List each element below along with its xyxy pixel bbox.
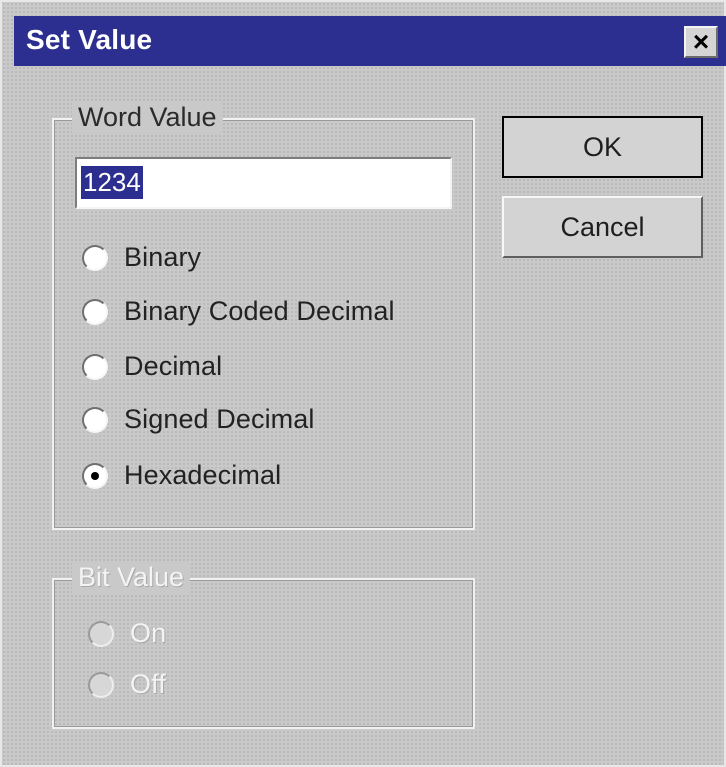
close-button[interactable]: ×: [684, 26, 718, 58]
radio-decimal-label: Decimal: [124, 351, 223, 381]
set-value-dialog: Set Value × Word Value 1234 Binary Binar…: [0, 0, 726, 767]
radio-binary-coded-decimal-indicator[interactable]: [82, 298, 108, 325]
radio-on: On: [88, 618, 166, 649]
word-value-input[interactable]: 1234: [75, 157, 452, 209]
radio-hexadecimal-indicator[interactable]: [82, 462, 108, 489]
radio-on-label: On: [130, 618, 167, 648]
cancel-button[interactable]: Cancel: [502, 196, 703, 258]
radio-binary[interactable]: Binary: [82, 242, 201, 273]
bit-value-group-label: Bit Value: [72, 562, 191, 593]
bit-value-group: Bit Value: [52, 562, 475, 729]
selected-input-text: 1234: [81, 166, 143, 199]
radio-binary-coded-decimal-label: Binary Coded Decimal: [124, 296, 395, 326]
radio-on-indicator: [88, 620, 114, 647]
radio-off: Off: [88, 669, 166, 700]
radio-binary-label: Binary: [124, 242, 202, 272]
radio-binary-coded-decimal[interactable]: Binary Coded Decimal: [82, 296, 395, 327]
radio-signed-decimal-label: Signed Decimal: [124, 404, 315, 434]
radio-hexadecimal[interactable]: Hexadecimal: [82, 460, 281, 491]
word-value-group-label: Word Value: [72, 102, 223, 133]
title-bar[interactable]: Set Value ×: [14, 16, 726, 66]
dialog-title: Set Value: [26, 24, 153, 55]
radio-decimal-indicator[interactable]: [82, 353, 108, 380]
radio-signed-decimal[interactable]: Signed Decimal: [82, 404, 315, 435]
radio-off-label: Off: [130, 669, 166, 699]
radio-hexadecimal-label: Hexadecimal: [124, 460, 282, 490]
radio-off-indicator: [88, 671, 114, 698]
ok-button[interactable]: OK: [502, 116, 703, 178]
radio-binary-indicator[interactable]: [82, 244, 108, 271]
radio-decimal[interactable]: Decimal: [82, 351, 222, 382]
close-icon: ×: [692, 26, 710, 57]
radio-signed-decimal-indicator[interactable]: [82, 406, 108, 433]
